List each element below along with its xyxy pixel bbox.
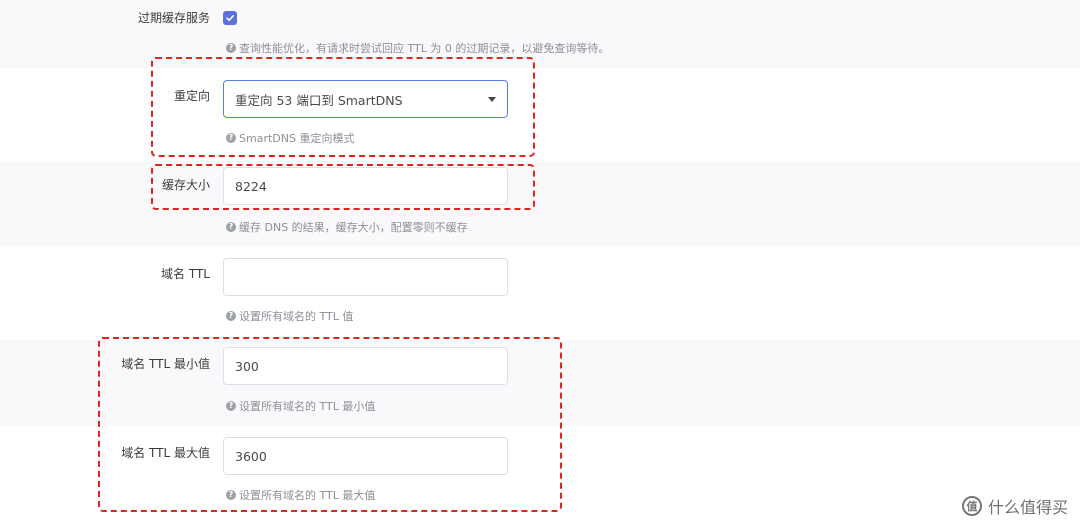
- watermark: 值 什么值得买: [961, 494, 1068, 518]
- highlight-box-redirect: [151, 57, 535, 157]
- expired-cache-help: ? 查询性能优化，有请求时尝试回应 TTL 为 0 的过期记录，以避免查询等待。: [226, 40, 609, 56]
- domain-ttl-label: 域名 TTL: [161, 267, 210, 281]
- help-icon: ?: [226, 311, 236, 321]
- cache-size-help: ? 缓存 DNS 的结果，缓存大小，配置零则不缓存: [226, 219, 468, 235]
- highlight-box-ttl-min-max: [98, 337, 562, 512]
- domain-ttl-help-text: 设置所有域名的 TTL 值: [239, 310, 354, 323]
- help-icon: ?: [226, 43, 236, 53]
- highlight-box-cache-size: [151, 164, 535, 210]
- expired-cache-checkbox[interactable]: [223, 11, 237, 25]
- domain-ttl-input[interactable]: [223, 258, 508, 296]
- help-icon: ?: [226, 222, 236, 232]
- expired-cache-help-text: 查询性能优化，有请求时尝试回应 TTL 为 0 的过期记录，以避免查询等待。: [239, 42, 610, 55]
- zhi-logo-icon: 值: [961, 496, 982, 516]
- watermark-text: 什么值得买: [987, 498, 1068, 517]
- domain-ttl-help: ? 设置所有域名的 TTL 值: [226, 308, 353, 324]
- expired-cache-label: 过期缓存服务: [137, 11, 210, 25]
- cache-size-help-text: 缓存 DNS 的结果，缓存大小，配置零则不缓存: [239, 221, 468, 234]
- checkmark-icon: [226, 15, 234, 22]
